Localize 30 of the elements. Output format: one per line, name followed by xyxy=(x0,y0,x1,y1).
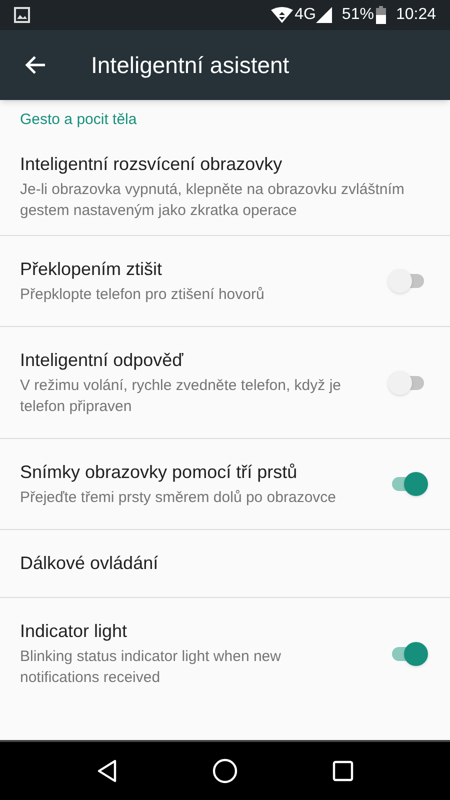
setting-title: Inteligentní rozsvícení obrazovky xyxy=(20,153,284,176)
signal-icon xyxy=(316,7,332,23)
back-icon[interactable] xyxy=(96,759,118,783)
setting-title: Indicator light xyxy=(20,620,128,643)
settings-row[interactable]: Překlopením ztišit Přepklopte telefon pro ztišení hovorů xyxy=(0,236,450,327)
setting-description: V režimu volání, rychle zvedněte telefon, když je telefon připraven xyxy=(20,376,342,417)
setting-description: Je-li obrazovka vypnutá, klepněte na obrazovku zvláštním gestem nastaveným jako zkratka operace xyxy=(20,180,406,221)
screen-title: Inteligentní asistent xyxy=(91,50,290,80)
settings-row[interactable]: Inteligentní odpověď V režimu volání, rychle zvedněte telefon, když je telefon připraven xyxy=(0,327,450,439)
wifi-icon xyxy=(270,7,293,23)
setting-title: Překlopením ztišit xyxy=(20,258,164,281)
setting-description: Přepklopte telefon pro ztišení hovorů xyxy=(20,285,266,305)
network-type: 4G xyxy=(294,5,316,25)
section-header: Gesto a pocit těla xyxy=(20,111,137,128)
image-icon xyxy=(14,7,30,23)
setting-title: Snímky obrazovky pomocí tří prstů xyxy=(20,461,298,484)
battery-percent: 51% xyxy=(342,5,374,25)
settings-row[interactable]: Dálkové ovládání xyxy=(0,530,450,598)
setting-title: Dálkové ovládání xyxy=(20,552,160,575)
settings-row[interactable]: Inteligentní rozsvícení obrazovky Je-li obrazovka vypnutá, klepněte na obrazovku zvláštním gestem nastaveným jako zkratka operace xyxy=(0,138,450,236)
setting-description: Přejeďte třemi prsty směrem dolů po obrazovce xyxy=(20,488,338,508)
battery-icon xyxy=(376,6,386,24)
recents-icon[interactable] xyxy=(332,760,354,782)
settings-row[interactable]: Indicator light Blinking status indicator light when new notifications received xyxy=(0,598,450,709)
setting-title: Inteligentní odpověď xyxy=(20,349,184,372)
home-icon[interactable] xyxy=(212,758,238,784)
clock: 10:24 xyxy=(396,5,436,25)
back-arrow-icon[interactable] xyxy=(24,55,46,75)
setting-description: Blinking status indicator light when new notifications received xyxy=(20,647,282,688)
settings-row[interactable]: Snímky obrazovky pomocí tří prstů Přejeďte třemi prsty směrem dolů po obrazovce xyxy=(0,439,450,530)
